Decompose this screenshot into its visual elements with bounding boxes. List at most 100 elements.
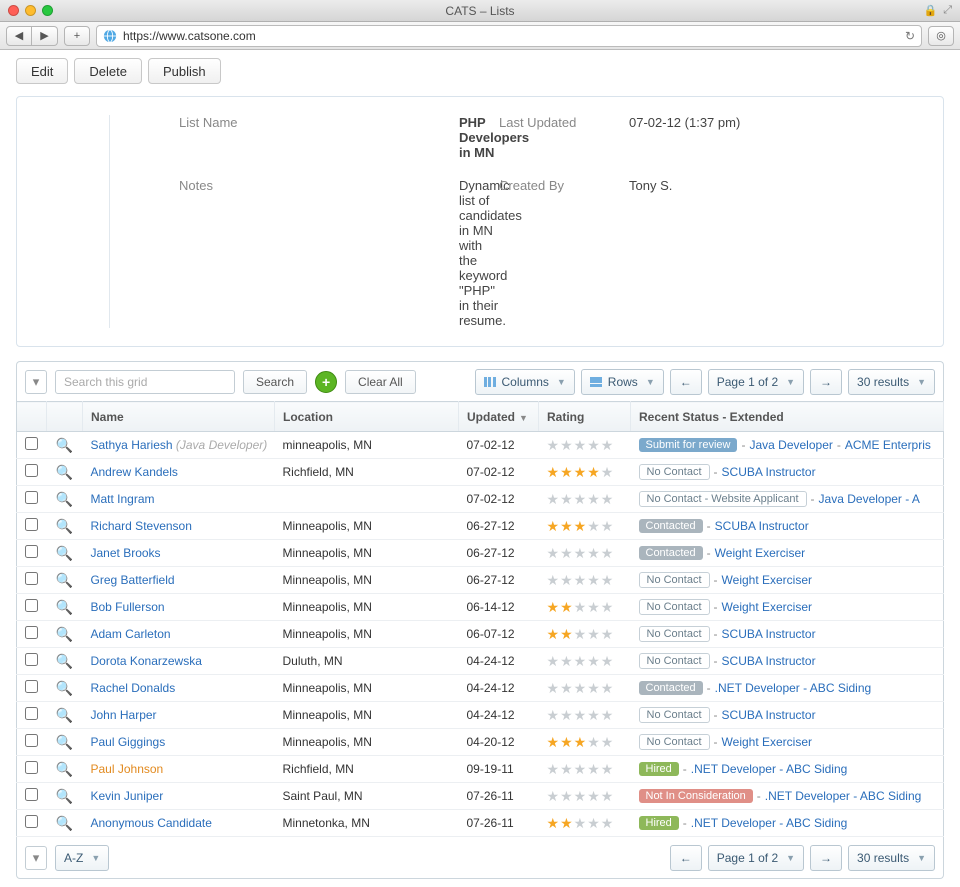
row-checkbox[interactable] xyxy=(25,572,38,585)
rating-stars[interactable]: ★★★★★ xyxy=(547,653,623,670)
row-checkbox[interactable] xyxy=(25,653,38,666)
rating-stars[interactable]: ★★★★★ xyxy=(547,815,623,832)
back-button[interactable]: ◀ xyxy=(6,26,32,46)
preview-icon[interactable]: 🔍 xyxy=(56,572,73,588)
rating-stars[interactable]: ★★★★★ xyxy=(547,734,623,751)
sort-az-select[interactable]: A-Z▼ xyxy=(55,845,109,871)
preview-icon[interactable]: 🔍 xyxy=(56,815,73,831)
rating-stars[interactable]: ★★★★★ xyxy=(547,437,623,454)
row-checkbox[interactable] xyxy=(25,545,38,558)
preview-icon[interactable]: 🔍 xyxy=(56,599,73,615)
footer-page-select[interactable]: Page 1 of 2▼ xyxy=(708,845,804,871)
row-checkbox[interactable] xyxy=(25,761,38,774)
rating-stars[interactable]: ★★★★★ xyxy=(547,788,623,805)
delete-button[interactable]: Delete xyxy=(74,58,142,84)
page-select[interactable]: Page 1 of 2▼ xyxy=(708,369,804,395)
preview-icon[interactable]: 🔍 xyxy=(56,707,73,723)
candidate-name-link[interactable]: Kevin Juniper xyxy=(91,789,164,803)
preview-icon[interactable]: 🔍 xyxy=(56,734,73,750)
status-extra-link[interactable]: Java Developer xyxy=(749,438,832,452)
row-checkbox[interactable] xyxy=(25,599,38,612)
publish-button[interactable]: Publish xyxy=(148,58,221,84)
preview-icon[interactable]: 🔍 xyxy=(56,626,73,642)
footer-options-menu[interactable]: ▾ xyxy=(25,846,47,870)
rows-menu[interactable]: Rows▼ xyxy=(581,369,664,395)
status-extra-link[interactable]: ACME Enterpris xyxy=(845,438,931,452)
search-button[interactable]: Search xyxy=(243,370,307,394)
candidate-name-link[interactable]: Greg Batterfield xyxy=(91,573,175,587)
row-checkbox[interactable] xyxy=(25,626,38,639)
new-tab-button[interactable]: + xyxy=(64,26,90,46)
row-checkbox[interactable] xyxy=(25,464,38,477)
rating-stars[interactable]: ★★★★★ xyxy=(547,761,623,778)
rating-stars[interactable]: ★★★★★ xyxy=(547,572,623,589)
forward-button[interactable]: ▶ xyxy=(32,26,58,46)
status-extra-link[interactable]: .NET Developer - ABC Siding xyxy=(715,681,872,695)
status-extra-link[interactable]: .NET Developer - ABC Siding xyxy=(765,789,922,803)
footer-results-select[interactable]: 30 results▼ xyxy=(848,845,935,871)
status-extra-link[interactable]: SCUBA Instructor xyxy=(715,519,809,533)
column-status[interactable]: Recent Status - Extended xyxy=(631,402,944,432)
status-extra-link[interactable]: SCUBA Instructor xyxy=(722,465,816,479)
column-updated[interactable]: Updated▼ xyxy=(459,402,539,432)
preview-icon[interactable]: 🔍 xyxy=(56,518,73,534)
search-input[interactable]: Search this grid xyxy=(55,370,235,394)
reader-button[interactable]: ◎ xyxy=(928,26,954,46)
rating-stars[interactable]: ★★★★★ xyxy=(547,545,623,562)
candidate-name-link[interactable]: Andrew Kandels xyxy=(91,465,178,479)
minimize-window-button[interactable] xyxy=(25,5,36,16)
row-checkbox[interactable] xyxy=(25,788,38,801)
row-checkbox[interactable] xyxy=(25,491,38,504)
status-extra-link[interactable]: .NET Developer - ABC Siding xyxy=(691,816,848,830)
rating-stars[interactable]: ★★★★★ xyxy=(547,464,623,481)
preview-icon[interactable]: 🔍 xyxy=(56,437,73,453)
status-extra-link[interactable]: Weight Exerciser xyxy=(722,735,812,749)
candidate-name-link[interactable]: Richard Stevenson xyxy=(91,519,192,533)
edit-button[interactable]: Edit xyxy=(16,58,68,84)
add-button[interactable]: + xyxy=(315,371,337,393)
page-next-button[interactable]: → xyxy=(810,369,842,395)
preview-icon[interactable]: 🔍 xyxy=(56,653,73,669)
column-name[interactable]: Name xyxy=(83,402,275,432)
row-checkbox[interactable] xyxy=(25,815,38,828)
preview-icon[interactable]: 🔍 xyxy=(56,491,73,507)
reload-icon[interactable]: ↻ xyxy=(905,29,915,43)
status-extra-link[interactable]: Weight Exerciser xyxy=(722,600,812,614)
zoom-window-button[interactable] xyxy=(42,5,53,16)
candidate-name-link[interactable]: Sathya Hariesh xyxy=(91,438,173,452)
rating-stars[interactable]: ★★★★★ xyxy=(547,707,623,724)
column-rating[interactable]: Rating xyxy=(539,402,631,432)
row-checkbox[interactable] xyxy=(25,734,38,747)
footer-page-prev-button[interactable]: ← xyxy=(670,845,702,871)
rating-stars[interactable]: ★★★★★ xyxy=(547,491,623,508)
row-checkbox[interactable] xyxy=(25,437,38,450)
candidate-name-link[interactable]: Anonymous Candidate xyxy=(91,816,212,830)
preview-icon[interactable]: 🔍 xyxy=(56,788,73,804)
candidate-name-link[interactable]: Janet Brooks xyxy=(91,546,161,560)
status-extra-link[interactable]: Java Developer - A xyxy=(819,492,920,506)
address-bar[interactable]: https://www.catsone.com ↻ xyxy=(96,25,922,47)
candidate-name-link[interactable]: Paul Giggings xyxy=(91,735,166,749)
columns-menu[interactable]: Columns▼ xyxy=(475,369,575,395)
row-checkbox[interactable] xyxy=(25,518,38,531)
candidate-name-link[interactable]: Adam Carleton xyxy=(91,627,171,641)
status-extra-link[interactable]: .NET Developer - ABC Siding xyxy=(691,762,848,776)
close-window-button[interactable] xyxy=(8,5,19,16)
rating-stars[interactable]: ★★★★★ xyxy=(547,518,623,535)
preview-icon[interactable]: 🔍 xyxy=(56,761,73,777)
preview-icon[interactable]: 🔍 xyxy=(56,464,73,480)
row-checkbox[interactable] xyxy=(25,707,38,720)
clear-all-button[interactable]: Clear All xyxy=(345,370,416,394)
rating-stars[interactable]: ★★★★★ xyxy=(547,680,623,697)
column-location[interactable]: Location xyxy=(275,402,459,432)
footer-page-next-button[interactable]: → xyxy=(810,845,842,871)
results-select[interactable]: 30 results▼ xyxy=(848,369,935,395)
status-extra-link[interactable]: SCUBA Instructor xyxy=(722,654,816,668)
status-extra-link[interactable]: Weight Exerciser xyxy=(715,546,805,560)
candidate-name-link[interactable]: Bob Fullerson xyxy=(91,600,165,614)
candidate-name-link[interactable]: Matt Ingram xyxy=(91,492,155,506)
candidate-name-link[interactable]: Paul Johnson xyxy=(91,762,164,776)
row-checkbox[interactable] xyxy=(25,680,38,693)
status-extra-link[interactable]: Weight Exerciser xyxy=(722,573,812,587)
candidate-name-link[interactable]: Dorota Konarzewska xyxy=(91,654,202,668)
